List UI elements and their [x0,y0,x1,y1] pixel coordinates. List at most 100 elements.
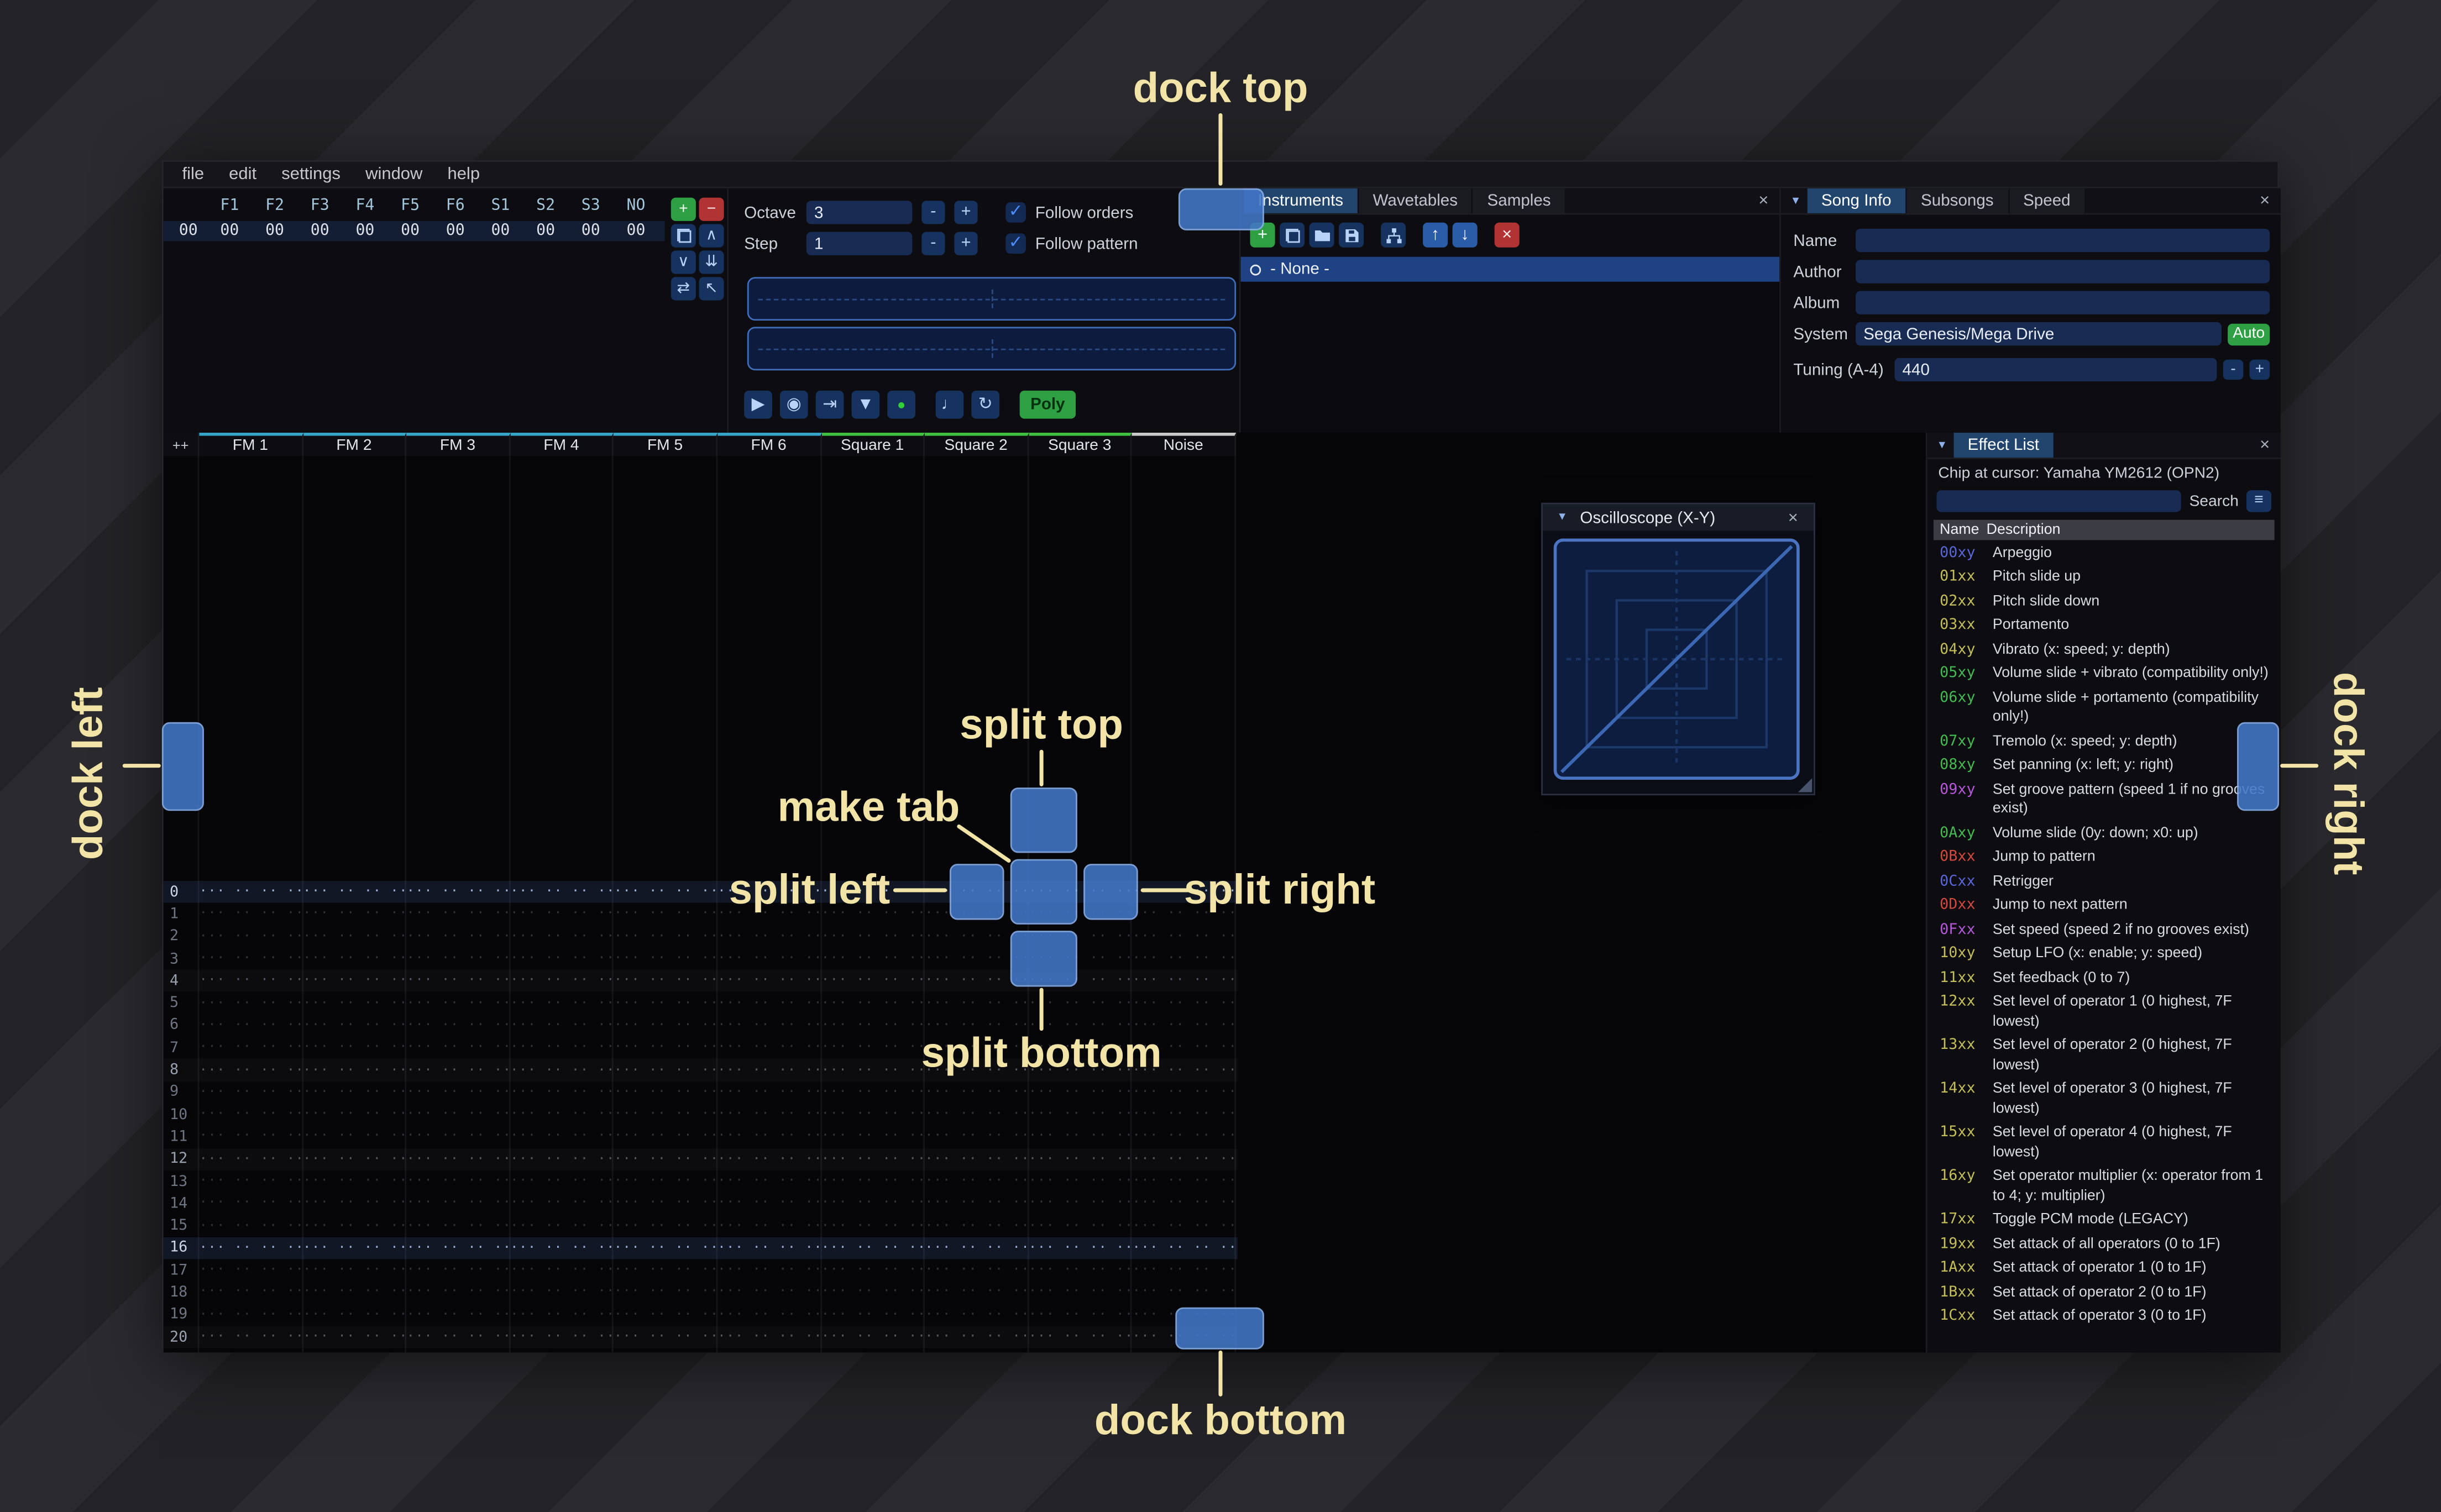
follow-orders-checkbox[interactable]: ✓ [1005,202,1026,223]
pattern-cell[interactable]: ··· ·· ·· ·· [510,1263,614,1278]
move-order-down-button[interactable]: ∨ [671,250,696,274]
tab-song-info[interactable]: Song Info [1807,188,1905,213]
poly-button[interactable]: Poly [1019,390,1076,419]
pattern-cell[interactable]: ··· ·· ·· ·· [199,1174,303,1189]
make-tab-target[interactable] [1010,859,1077,925]
pattern-cell[interactable]: ··· ·· ·· ·· [407,1307,511,1322]
tab-samples[interactable]: Samples [1473,188,1565,213]
octave-input[interactable]: 3 [806,201,913,224]
pattern-cell[interactable]: ··· ·· ·· ·· [1029,1218,1133,1233]
pattern-cell[interactable]: ··· ·· ·· ·· [821,1174,925,1189]
pattern-cell[interactable]: ··· ·· ·· ·· [717,1084,821,1100]
pattern-cell[interactable]: ··· ·· ·· ·· [614,1107,718,1122]
pattern-cell[interactable]: ··· ·· ·· ·· [717,906,821,922]
pattern-cell[interactable]: ··· ·· ·· ·· [510,906,614,922]
effect-row-11xx[interactable]: 11xx Set feedback (0 to 7) [1934,967,2277,991]
pattern-cell[interactable]: ··· ·· ·· ·· [407,951,511,967]
pattern-cell[interactable]: ··· ·· ·· ·· [1132,973,1236,989]
pattern-cell[interactable]: ··· ·· ·· ·· [925,1174,1029,1189]
add-order-button[interactable]: + [671,197,696,221]
pattern-cell[interactable]: ··· ·· ·· ·· [614,1151,718,1167]
delete-instrument-button[interactable]: × [1494,222,1520,248]
pattern-cell[interactable]: ··· ·· ·· ·· [407,1352,511,1353]
effect-row-05xy[interactable]: 05xy Volume slide + vibrato (compatibilit… [1934,662,2277,686]
pattern-cell[interactable]: ··· ·· ·· ·· [510,1151,614,1167]
pattern-cell[interactable]: ··· ·· ·· ·· [1132,1174,1236,1189]
move-instrument-up-button[interactable]: ↑ [1423,222,1448,248]
order-cell[interactable]: 00 [343,223,388,240]
remove-order-button[interactable]: − [699,197,724,221]
pattern-cell[interactable]: ··· ·· ·· ·· [199,1129,303,1144]
pattern-cell[interactable]: ··· ·· ·· ·· [199,1084,303,1100]
pattern-cell[interactable]: ··· ·· ·· ·· [407,1285,511,1300]
pattern-cell[interactable]: ··· ·· ·· ·· [407,906,511,922]
split-target-right[interactable] [1083,864,1138,920]
pattern-cell[interactable]: ··· ·· ·· ·· [407,1263,511,1278]
octave-increase-button[interactable]: + [954,201,978,224]
pattern-cell[interactable]: ··· ·· ·· ·· [717,1352,821,1353]
pattern-cell[interactable]: ··· ·· ·· ·· [199,884,303,900]
menu-edit[interactable]: edit [217,165,269,184]
pattern-cell[interactable]: ··· ·· ·· ·· [1132,995,1236,1011]
effect-row-14xx[interactable]: 14xx Set level of operator 3 (0 highest, … [1934,1078,2277,1121]
pattern-cell[interactable]: ··· ·· ·· ·· [303,951,407,967]
effect-menu-icon[interactable]: ≡ [2246,490,2272,512]
pattern-cell[interactable]: ··· ·· ·· ·· [717,1018,821,1033]
pattern-cell[interactable]: ··· ·· ·· ·· [614,884,718,900]
step-one-row-button[interactable]: ▼ [851,390,880,419]
order-edit-mode-button[interactable]: ↖ [699,277,724,301]
pattern-cell[interactable]: ··· ·· ·· ·· [614,1218,718,1233]
pattern-cell[interactable]: ··· ·· ·· ·· [407,1040,511,1056]
pattern-cell[interactable]: ··· ·· ·· ·· [1029,995,1133,1011]
pattern-cell[interactable]: ··· ·· ·· ·· [199,1196,303,1211]
pattern-cell[interactable]: ··· ·· ·· ·· [407,884,511,900]
dock-target-top[interactable] [1178,188,1264,230]
pattern-cell[interactable]: ··· ·· ·· ·· [1029,1196,1133,1211]
menu-help[interactable]: help [435,165,493,184]
play-one-row-button[interactable]: ⇥ [815,390,844,419]
pattern-cell[interactable]: ··· ·· ·· ·· [614,1240,718,1256]
open-instrument-button[interactable] [1309,222,1334,248]
pattern-cell[interactable]: ··· ·· ·· ·· [199,1352,303,1353]
pattern-cell[interactable]: ··· ·· ·· ·· [717,1218,821,1233]
pattern-cell[interactable]: ··· ·· ·· ·· [925,1285,1029,1300]
effect-row-0fxx[interactable]: 0Fxx Set speed (speed 2 if no grooves exi… [1934,918,2277,943]
pattern-cell[interactable]: ··· ·· ·· ·· [1132,951,1236,967]
pattern-cell[interactable]: ··· ·· ·· ·· [925,1129,1029,1144]
pattern-cell[interactable]: ··· ·· ·· ·· [821,1307,925,1322]
pattern-cell[interactable]: ··· ·· ·· ·· [303,1062,407,1078]
pattern-cell[interactable]: ··· ·· ·· ·· [199,929,303,944]
name-input[interactable] [1856,229,2270,253]
pattern-cell[interactable]: ··· ·· ·· ·· [1029,1285,1133,1300]
pattern-cell[interactable]: ··· ·· ·· ·· [717,1329,821,1345]
order-cell[interactable]: 00 [252,223,297,240]
pattern-cell[interactable]: ··· ·· ·· ·· [1132,1040,1236,1056]
pattern-cell[interactable]: ··· ·· ·· ·· [1029,1129,1133,1144]
repeat-pattern-button[interactable]: ↻ [971,390,1000,419]
pattern-cell[interactable]: ··· ·· ·· ·· [614,995,718,1011]
pattern-cell[interactable]: ··· ·· ·· ·· [717,1129,821,1144]
pattern-cell[interactable]: ··· ·· ·· ·· [821,1018,925,1033]
pattern-cell[interactable]: ··· ·· ·· ·· [925,1240,1029,1256]
pattern-cell[interactable]: ··· ·· ·· ·· [821,929,925,944]
pattern-cell[interactable]: ··· ·· ·· ·· [510,1018,614,1033]
search-input[interactable] [1936,490,2182,512]
pattern-cell[interactable]: ··· ·· ·· ·· [925,1107,1029,1122]
pattern-cell[interactable]: ··· ·· ·· ·· [614,1018,718,1033]
pattern-cell[interactable]: ··· ·· ·· ·· [510,1040,614,1056]
pattern-cell[interactable]: ··· ·· ·· ·· [717,1240,821,1256]
pattern-cell[interactable]: ··· ·· ·· ·· [199,1329,303,1345]
pattern-cell[interactable]: ··· ·· ·· ·· [1132,1196,1236,1211]
pattern-cell[interactable]: ··· ·· ·· ·· [614,973,718,989]
pattern-cell[interactable]: ··· ·· ·· ·· [407,995,511,1011]
pattern-cell[interactable]: ··· ·· ·· ·· [1029,1040,1133,1056]
pattern-cell[interactable]: ··· ·· ·· ·· [1132,1352,1236,1353]
pattern-cell[interactable]: ··· ·· ·· ·· [821,1218,925,1233]
channel-header-fm-2[interactable]: FM 2 [303,432,407,456]
channel-header-fm-4[interactable]: FM 4 [510,432,614,456]
play-from-cursor-button[interactable]: ◉ [779,390,808,419]
effect-row-07xy[interactable]: 07xy Tremolo (x: speed; y: depth) [1934,730,2277,754]
pattern-cell[interactable]: ··· ·· ·· ·· [199,1218,303,1233]
order-cell[interactable]: 00 [387,223,433,240]
pattern-cell[interactable]: ··· ·· ·· ·· [614,1285,718,1300]
